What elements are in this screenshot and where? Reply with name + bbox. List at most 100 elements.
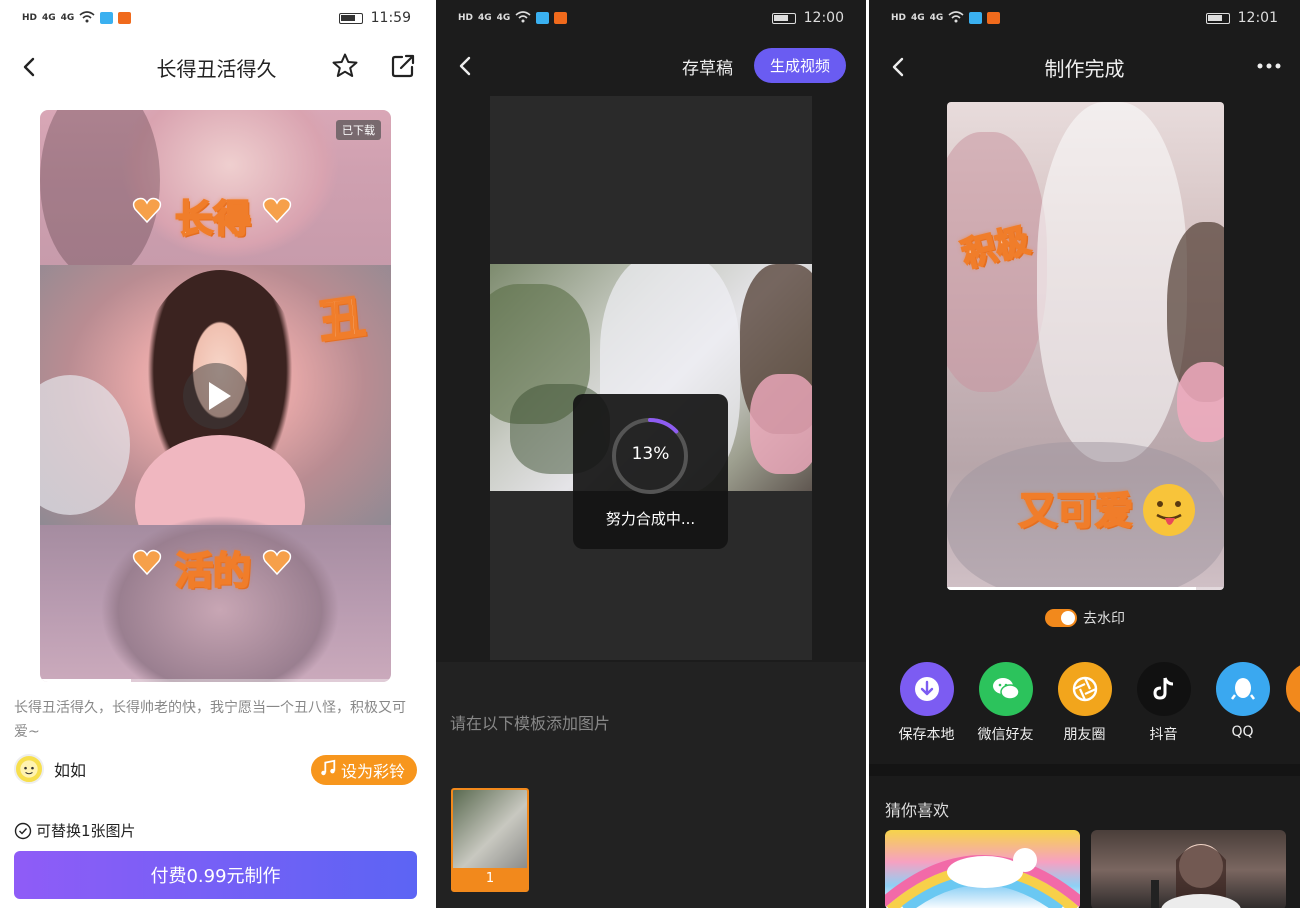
hd-label: HD xyxy=(458,13,474,23)
author-row[interactable]: 如如 xyxy=(14,754,86,784)
header: 长得丑活得久 xyxy=(0,42,433,92)
moments-icon[interactable] xyxy=(1057,662,1112,716)
completed-screen: HD 4G 4G 12:01 制作完成 积极 又可爱 去水印 保存本地 微信好友… xyxy=(869,0,1300,908)
share-label: 朋友圈 xyxy=(1063,727,1106,743)
author-name[interactable]: 如如 xyxy=(54,757,86,781)
video-progress-track[interactable] xyxy=(40,679,391,682)
status-time: 12:00 xyxy=(803,10,844,26)
app-notify-icon-2 xyxy=(118,12,132,24)
heart-emoji-icon xyxy=(132,547,162,577)
app-notify-icon-2 xyxy=(987,12,1001,24)
progress-percent: 13% xyxy=(631,444,670,464)
video-progress-fill xyxy=(947,587,1197,590)
video-panel-top: 长得 已下载 xyxy=(40,110,391,280)
share-more-icon[interactable] xyxy=(1286,662,1300,716)
author-avatar[interactable] xyxy=(14,754,44,784)
share-targets: 保存本地 微信好友 朋友圈 抖音 QQ xyxy=(887,662,1282,744)
battery-icon xyxy=(771,12,796,24)
image-slot-panel: 请在以下模板添加图片 1 xyxy=(436,662,866,908)
editor-canvas[interactable] xyxy=(490,96,812,660)
status-time: 11:59 xyxy=(370,10,411,26)
section-divider xyxy=(869,764,1300,776)
wifi-icon xyxy=(515,10,531,26)
app-notify-icon xyxy=(100,12,114,24)
music-note-icon xyxy=(319,759,337,781)
network-2-label: 4G xyxy=(60,13,75,23)
share-label: QQ xyxy=(1231,724,1254,740)
wechat-icon[interactable] xyxy=(978,662,1033,716)
status-right: 12:01 xyxy=(1205,10,1278,26)
image-slot-number: 1 xyxy=(453,868,527,890)
status-bar: HD 4G 4G 12:01 xyxy=(869,0,1300,36)
share-icon[interactable] xyxy=(389,52,417,80)
singer-image xyxy=(1151,844,1241,908)
heart-emoji-icon xyxy=(262,547,292,577)
status-right: 12:00 xyxy=(771,10,844,26)
video-panel-bottom: 活的 xyxy=(40,515,391,682)
recommend-card[interactable] xyxy=(885,830,1080,908)
template-preview-video[interactable]: 长得 已下载 丑 活的 xyxy=(40,110,391,682)
status-right: 11:59 xyxy=(338,10,411,26)
share-moments[interactable]: 朋友圈 xyxy=(1045,662,1124,744)
app-notify-icon xyxy=(969,12,983,24)
result-video[interactable]: 积极 又可爱 xyxy=(947,102,1224,590)
back-arrow-icon[interactable] xyxy=(454,54,478,78)
status-bar: HD 4G 4G 11:59 xyxy=(0,0,433,36)
remove-watermark-row[interactable]: 去水印 xyxy=(1045,608,1125,628)
share-qq[interactable]: QQ xyxy=(1203,662,1282,744)
remove-watermark-label: 去水印 xyxy=(1083,611,1125,627)
video-progress-track[interactable] xyxy=(947,587,1224,590)
share-label: 抖音 xyxy=(1149,727,1178,743)
overlay-text-bottom: 又可爱 xyxy=(1018,488,1134,534)
save-draft-button[interactable]: 存草稿 xyxy=(682,54,733,79)
check-circle-icon xyxy=(14,822,32,840)
recommend-title: 猜你喜欢 xyxy=(885,801,950,820)
template-description: 长得丑活得久，长得帅老的快，我宁愿当一个丑八怪，积极又可爱~ xyxy=(14,700,406,740)
signal-indicators: HD 4G 4G xyxy=(891,10,1001,26)
photo-shape xyxy=(1037,102,1187,462)
app-notify-icon-2 xyxy=(554,12,568,24)
back-arrow-icon[interactable] xyxy=(18,55,42,79)
hd-label: HD xyxy=(891,13,907,23)
share-douyin[interactable]: 抖音 xyxy=(1124,662,1203,744)
network-1-label: 4G xyxy=(42,13,56,23)
battery-icon xyxy=(338,12,363,24)
heart-emoji-icon xyxy=(132,195,162,225)
photo-shape xyxy=(750,374,812,474)
share-label: 微信好友 xyxy=(977,727,1034,743)
back-arrow-icon[interactable] xyxy=(887,55,911,79)
network-1-label: 4G xyxy=(478,13,492,23)
more-options-icon[interactable] xyxy=(1256,56,1282,76)
favorite-star-icon[interactable] xyxy=(331,52,359,80)
add-image-hint: 请在以下模板添加图片 xyxy=(450,714,611,733)
hd-label: HD xyxy=(22,13,38,23)
replace-note-text: 可替换1张图片 xyxy=(36,822,136,840)
overlay-text-middle: 丑 xyxy=(314,288,369,350)
share-label: 保存本地 xyxy=(898,727,955,743)
douyin-icon[interactable] xyxy=(1136,662,1191,716)
qq-icon[interactable] xyxy=(1215,662,1270,716)
status-bar: HD 4G 4G 12:00 xyxy=(436,0,866,36)
recommend-card[interactable] xyxy=(1091,830,1286,908)
downloaded-badge: 已下载 xyxy=(336,120,381,140)
pay-and-make-button[interactable]: 付费0.99元制作 xyxy=(14,851,417,899)
wifi-icon xyxy=(79,10,95,26)
download-icon[interactable] xyxy=(899,662,954,716)
video-progress-fill xyxy=(40,679,132,682)
app-stage: HD 4G 4G 11:59 长得丑活得久 长得 已下载 丑 活的 长得丑活得久… xyxy=(0,0,1300,908)
network-1-label: 4G xyxy=(911,13,925,23)
play-button-icon[interactable] xyxy=(183,363,249,429)
share-save-local[interactable]: 保存本地 xyxy=(887,662,966,744)
signal-indicators: HD 4G 4G xyxy=(458,10,568,26)
set-ringtone-button[interactable]: 设为彩铃 xyxy=(310,755,417,785)
image-slot-thumbnail[interactable]: 1 xyxy=(451,788,529,892)
page-title: 制作完成 xyxy=(1044,56,1125,81)
generate-video-button[interactable]: 生成视频 xyxy=(754,48,846,83)
overlay-text-top: 长得 xyxy=(174,196,252,242)
car-shape xyxy=(40,375,130,515)
battery-icon xyxy=(1205,12,1230,24)
share-wechat[interactable]: 微信好友 xyxy=(966,662,1045,744)
remove-watermark-toggle[interactable] xyxy=(1045,609,1077,627)
app-notify-icon xyxy=(536,12,550,24)
network-2-label: 4G xyxy=(496,13,511,23)
